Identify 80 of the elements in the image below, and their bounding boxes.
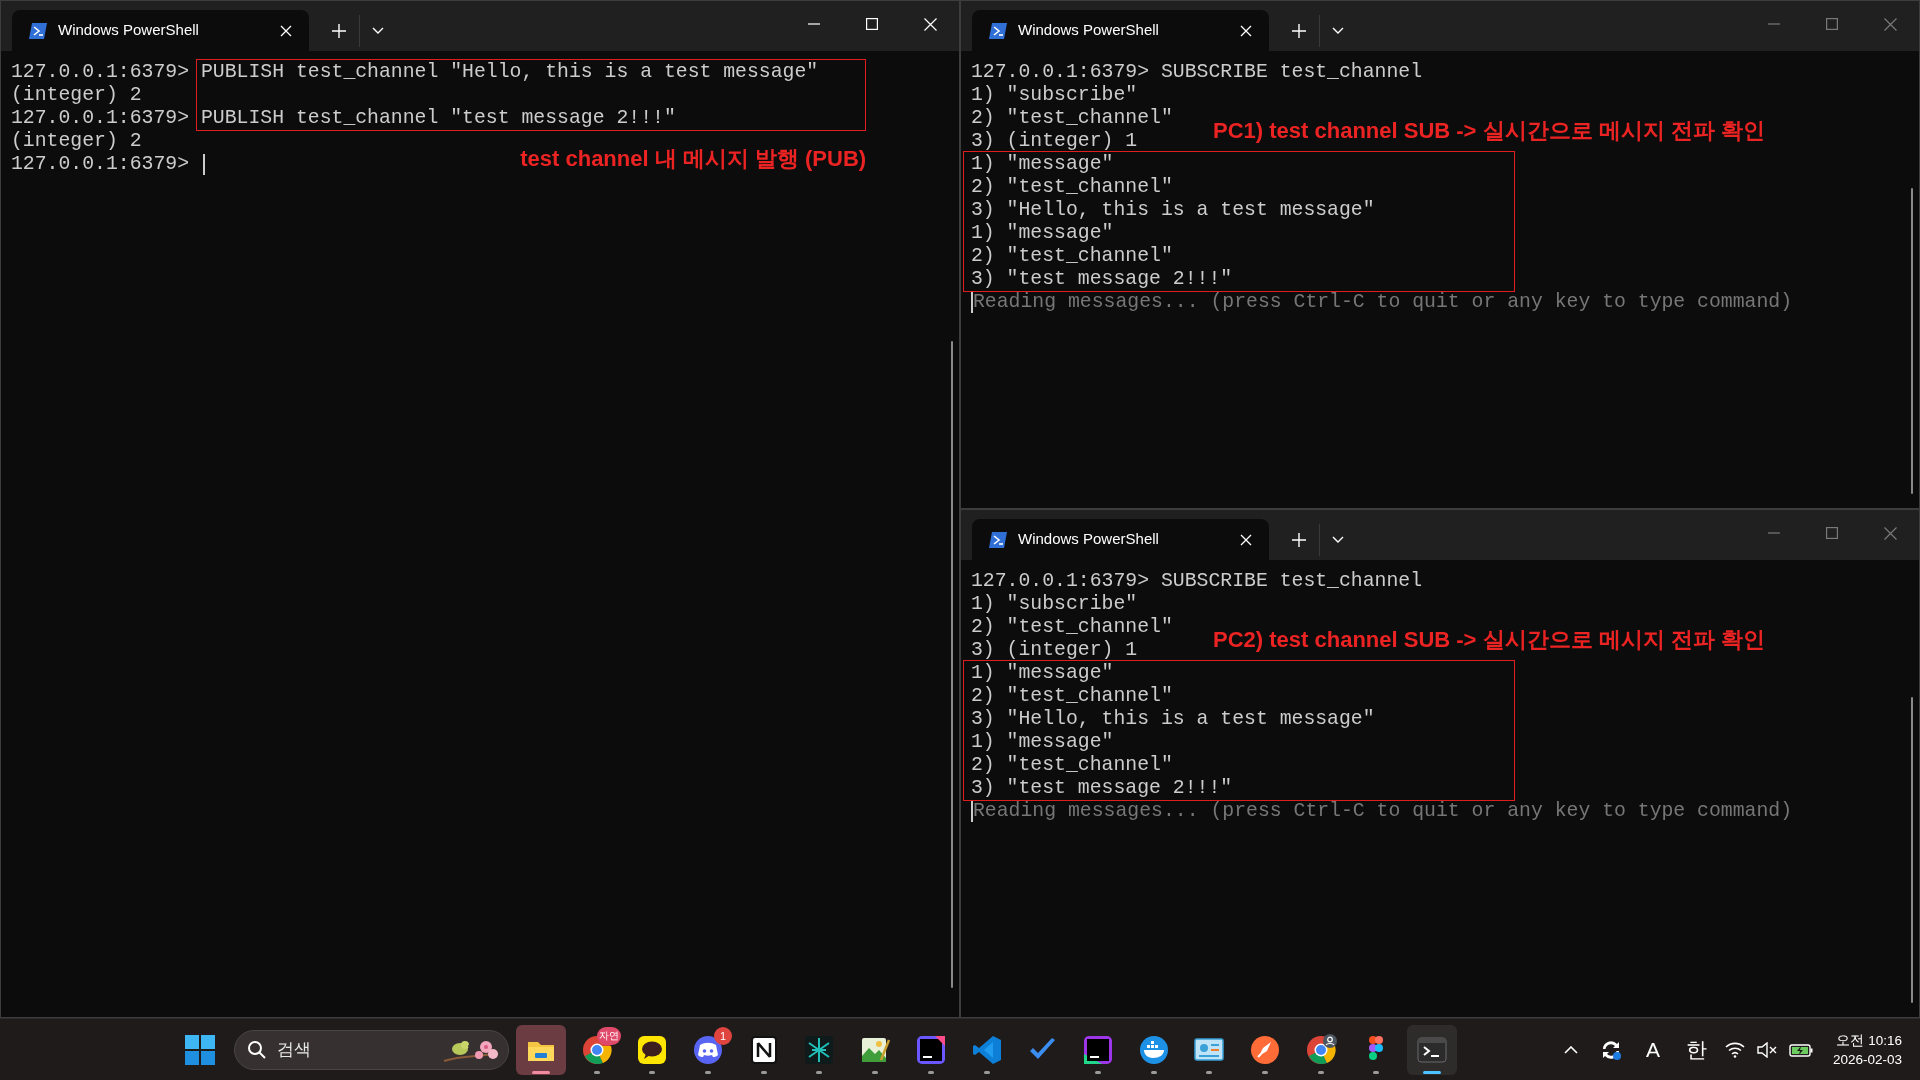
terminal-line: 2) "test_channel" <box>971 685 1173 708</box>
terminal-line: 2) "test_channel" <box>971 245 1173 268</box>
notification-badge: 1 <box>714 1026 733 1045</box>
terminal-line: Reading messages... (press Ctrl-C to quit or any key to type command) <box>973 291 1793 314</box>
terminal-line: 2) "test_channel" <box>971 176 1173 199</box>
chevron-down-icon <box>371 27 384 35</box>
minimize-icon <box>1768 23 1780 25</box>
terminal-line: 3) "test message 2!!!" <box>971 777 1233 800</box>
terminal-line: 1) "message" <box>971 153 1114 176</box>
terminal-line: 2) "test_channel" <box>971 616 1173 639</box>
terminal-line: 1) "subscribe" <box>971 84 1138 107</box>
taskbar-button[interactable] <box>1407 1024 1457 1075</box>
terminal-line: 127.0.0.1:6379> PUBLISH test_channel "Hello, this is a test message" <box>11 61 819 84</box>
close-icon <box>1883 526 1897 540</box>
annotation-text: test channel 내 메시지 발행 (PUB) <box>520 145 867 173</box>
database-icon <box>1081 1033 1114 1066</box>
rocket-icon <box>1248 1033 1281 1066</box>
maximize-icon <box>866 18 878 30</box>
terminal-line: 3) "test message 2!!!" <box>971 268 1233 291</box>
chevron-down-icon <box>1331 536 1344 544</box>
close-icon <box>923 17 937 31</box>
close-icon <box>1240 24 1252 37</box>
maximize-icon <box>1826 18 1838 30</box>
terminal-line: 127.0.0.1:6379> SUBSCRIBE test_channel <box>971 570 1423 593</box>
editor-icon <box>970 1033 1003 1066</box>
tab[interactable]: Windows PowerShell <box>12 10 309 51</box>
taskbar-button[interactable]: 자연 <box>571 1024 622 1075</box>
notification-badge: 자연 <box>596 1026 621 1045</box>
language-button[interactable]: 한 <box>1674 1029 1719 1070</box>
plus-icon <box>1292 533 1306 547</box>
terminal-line: (integer) 2 <box>11 84 142 107</box>
clock-date[interactable]: 2026-02-03 <box>1832 1049 1902 1069</box>
whale-icon <box>1137 1033 1170 1066</box>
minimize-icon <box>1768 532 1780 534</box>
plus-icon <box>1292 24 1306 38</box>
terminal-line: 1) "message" <box>971 222 1114 245</box>
annotation-text: PC1) test channel SUB -> 실시간으로 메시지 전파 확인 <box>1213 117 1765 145</box>
sparkle-icon <box>803 1033 836 1066</box>
terminal-line: 3) (integer) 1 <box>971 130 1138 153</box>
powershell-icon <box>28 21 48 40</box>
terminal-line: 3) "Hello, this is a test message" <box>971 708 1375 731</box>
close-icon <box>1883 17 1897 31</box>
taskbar-button[interactable]: 1 <box>683 1024 734 1075</box>
terminal-line: 127.0.0.1:6379> SUBSCRIBE test_channel <box>971 61 1423 84</box>
terminal-line: 1) "message" <box>971 662 1114 685</box>
plus-icon <box>332 24 346 38</box>
terminal-line: 1) "message" <box>971 731 1114 754</box>
maximize-icon <box>1826 527 1838 539</box>
ide-icon <box>914 1033 947 1066</box>
scrollbar[interactable] <box>951 340 953 989</box>
battery-icon <box>1788 1041 1813 1058</box>
terminal-line: 3) "Hello, this is a test message" <box>971 199 1375 222</box>
minimize-icon <box>808 23 820 25</box>
powershell-icon <box>988 21 1008 40</box>
chevron-down-icon <box>1331 27 1344 35</box>
gamepad-icon <box>692 1033 725 1066</box>
clock-time[interactable]: 오전 10:16 <box>1836 1030 1902 1050</box>
chevron-up-icon <box>1563 1045 1578 1054</box>
search-input[interactable]: 검색 <box>275 1035 434 1064</box>
taskbar-button[interactable] <box>516 1024 566 1075</box>
browser-icon <box>1304 1033 1337 1066</box>
terminal-line: 3) (integer) 1 <box>971 639 1138 662</box>
terminal-line: 127.0.0.1:6379> PUBLISH test_channel "test message 2!!!" <box>11 107 676 130</box>
input-mode-button[interactable]: A <box>1630 1029 1675 1070</box>
terminal-line: Reading messages... (press Ctrl-C to quit or any key to type command) <box>973 800 1793 823</box>
terminal-line: 2) "test_channel" <box>971 754 1173 777</box>
terminal-line: 2) "test_channel" <box>971 107 1173 130</box>
search-icon <box>247 1039 267 1060</box>
wifi-icon <box>1724 1041 1745 1058</box>
search-box[interactable]: 검색 <box>234 1029 509 1070</box>
terminal-line: 127.0.0.1:6379> <box>11 153 191 176</box>
chat-icon <box>636 1033 669 1066</box>
annotation-text: PC2) test channel SUB -> 실시간으로 메시지 전파 확인 <box>1213 626 1765 654</box>
close-icon <box>1240 533 1252 546</box>
terminal-line: (integer) 2 <box>11 130 142 153</box>
terminal-line: 1) "subscribe" <box>971 593 1138 616</box>
close-icon <box>280 24 292 37</box>
powershell-icon <box>988 530 1008 549</box>
volume-muted-icon <box>1756 1041 1777 1058</box>
windows-icon <box>185 1034 215 1065</box>
